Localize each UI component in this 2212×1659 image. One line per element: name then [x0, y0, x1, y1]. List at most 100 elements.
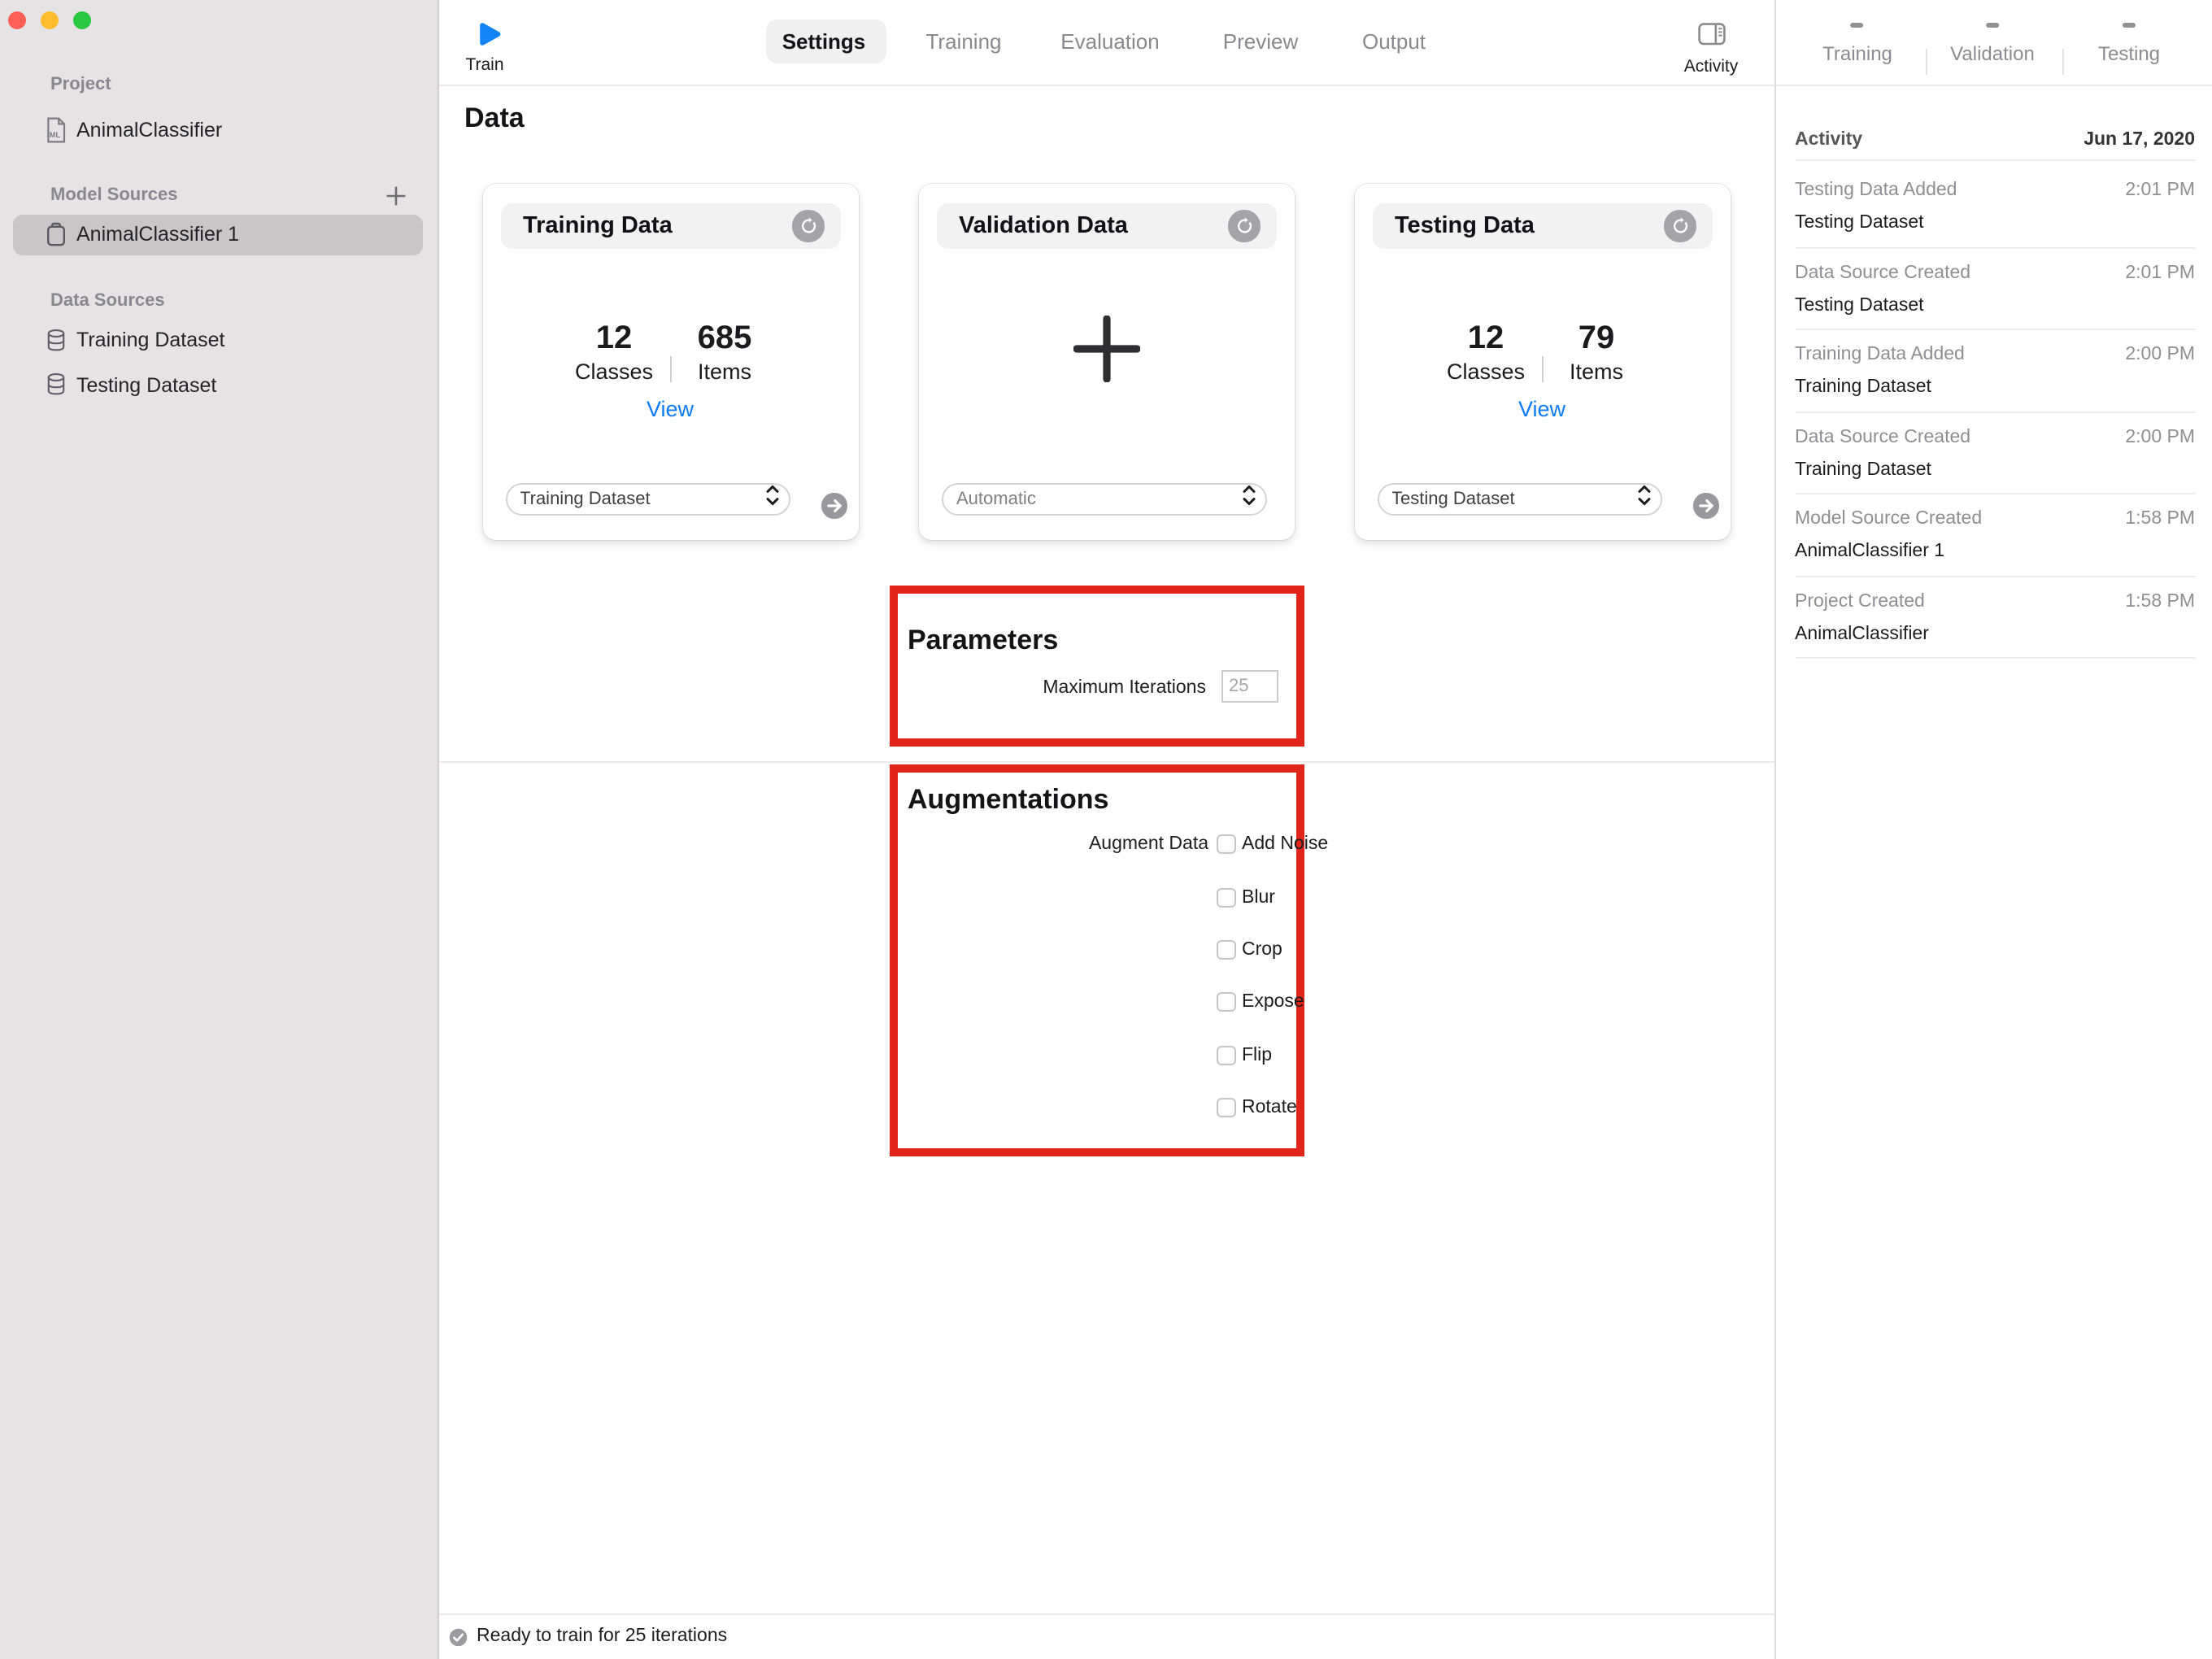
page-title: Data [464, 102, 525, 133]
activity-button-label: Activity [1683, 56, 1739, 76]
sidebar-item-training-dataset[interactable]: Training Dataset [45, 325, 225, 355]
project-section-label: Project [50, 75, 111, 94]
model-sources-section-label: Model Sources [50, 185, 178, 205]
event-title: Project Created [1795, 591, 1925, 611]
flip-checkbox[interactable] [1217, 1045, 1236, 1065]
metric-testing[interactable]: Testing [2098, 0, 2160, 64]
status-bar: Ready to train for 25 iterations [439, 1613, 1774, 1659]
activity-event: Data Source Created 2:01 PM Testing Data… [1795, 261, 2195, 316]
activity-header: Activity Jun 17, 2020 [1795, 129, 2195, 152]
tab-output[interactable]: Output [1362, 20, 1426, 63]
expose-checkbox[interactable] [1217, 992, 1236, 1012]
activity-header-date: Jun 17, 2020 [2084, 129, 2195, 149]
add-model-source-button[interactable] [385, 185, 406, 214]
svg-text:ML: ML [50, 131, 61, 139]
close-window-button[interactable] [7, 11, 25, 29]
training-data-card-header: Training Data [500, 203, 840, 248]
refresh-icon[interactable] [1228, 210, 1260, 242]
event-time: 2:00 PM [2125, 345, 2195, 364]
chevron-up-down-icon [765, 484, 778, 513]
event-time: 2:00 PM [2125, 427, 2195, 446]
toolbar: Train Settings Training Evaluation Previ… [439, 0, 1774, 85]
ml-document-icon: ML [46, 117, 67, 143]
event-time: 1:58 PM [2125, 591, 2195, 611]
validation-data-card: Validation Data Automatic [918, 183, 1294, 539]
items-count: 685 [697, 320, 752, 355]
event-divider [1795, 246, 2195, 248]
blur-checkbox[interactable] [1217, 887, 1236, 907]
testing-data-card-title: Testing Data [1395, 212, 1535, 239]
add-noise-checkbox[interactable] [1217, 834, 1236, 854]
project-item-label: AnimalClassifier [76, 119, 223, 142]
testing-data-dropdown[interactable]: Testing Dataset [1377, 482, 1661, 515]
rotate-checkbox[interactable] [1217, 1098, 1236, 1117]
sidebar-item-project[interactable]: ML AnimalClassifier [46, 115, 222, 145]
crop-checkbox[interactable] [1217, 940, 1236, 960]
train-button-label: Train [465, 55, 504, 75]
tab-training[interactable]: Training [926, 20, 1002, 63]
data-sources-section-label: Data Sources [50, 291, 165, 311]
open-in-arrow-button[interactable] [821, 493, 847, 518]
play-icon [477, 20, 502, 46]
training-data-dropdown[interactable]: Training Dataset [505, 482, 790, 515]
crop-label: Crop [1242, 940, 1282, 960]
checkbox-row: Blur [1217, 887, 1275, 907]
event-title: Model Source Created [1795, 509, 1983, 529]
train-button[interactable] [477, 20, 502, 46]
activity-event: Data Source Created 2:00 PM Training Dat… [1795, 425, 2195, 481]
metric-validation[interactable]: Validation [1950, 0, 2035, 64]
metric-training[interactable]: Training [1822, 0, 1892, 64]
activity-event: Model Source Created 1:58 PM AnimalClass… [1795, 507, 2195, 563]
testing-data-card-header: Testing Data [1372, 203, 1712, 248]
parameters-heading: Parameters [908, 624, 1059, 655]
minimize-window-button[interactable] [40, 11, 58, 29]
activity-toggle-button[interactable] [1698, 22, 1726, 45]
database-icon [45, 328, 66, 352]
validation-data-card-title: Validation Data [959, 212, 1128, 239]
refresh-icon[interactable] [1664, 210, 1696, 242]
event-divider [1795, 411, 2195, 412]
event-divider [1795, 493, 2195, 494]
augmentations-annotation-box: Augmentations Augment Data Add Noise Blu… [890, 764, 1328, 1156]
createml-window: Project ML AnimalClassifier Model Source… [0, 0, 2212, 1659]
testing-data-dropdown-value: Testing Dataset [1391, 489, 1515, 508]
open-in-arrow-button[interactable] [1693, 493, 1718, 518]
augmentations-heading: Augmentations [908, 784, 1109, 815]
sidebar: Project ML AnimalClassifier Model Source… [0, 0, 439, 1659]
status-text: Ready to train for 25 iterations [477, 1626, 728, 1647]
model-source-icon [46, 221, 67, 247]
event-subject: Training Dataset [1795, 377, 1931, 397]
training-data-dropdown-value: Training Dataset [520, 489, 651, 508]
view-link[interactable]: View [482, 396, 858, 420]
activity-event: Testing Data Added 2:01 PM Testing Datas… [1795, 179, 2195, 234]
view-link[interactable]: View [1354, 396, 1730, 420]
parameters-annotation-box: Parameters Maximum Iterations [890, 585, 1304, 746]
activity-event: Project Created 1:58 PM AnimalClassifier [1795, 590, 2195, 645]
event-title: Data Source Created [1795, 263, 1971, 282]
event-title: Data Source Created [1795, 427, 1971, 446]
blur-label: Blur [1242, 887, 1275, 907]
metric-training-label: Training [1822, 41, 1892, 64]
sidebar-item-model-source-selected[interactable]: AnimalClassifier 1 [13, 215, 423, 255]
checkbox-row: Rotate [1217, 1098, 1297, 1117]
zoom-window-button[interactable] [72, 11, 90, 29]
tab-evaluation[interactable]: Evaluation [1060, 20, 1159, 63]
augment-data-label: Augment Data [1088, 834, 1208, 854]
validation-data-dropdown[interactable]: Automatic [942, 482, 1267, 515]
tab-settings[interactable]: Settings [782, 20, 866, 63]
tab-preview[interactable]: Preview [1223, 20, 1299, 63]
activity-panel: Training Validation Testing Activity Jun… [1774, 0, 2212, 1659]
add-validation-data-button[interactable] [1072, 315, 1140, 390]
event-divider [1795, 657, 2195, 659]
chevron-up-down-icon [1637, 484, 1650, 513]
event-time: 1:58 PM [2125, 509, 2195, 529]
metrics-header: Training Validation Testing [1776, 0, 2212, 85]
event-title: Testing Data Added [1795, 181, 1957, 200]
section-divider [439, 760, 1774, 762]
maximum-iterations-input[interactable] [1221, 670, 1278, 703]
main-area: Train Settings Training Evaluation Previ… [439, 0, 1774, 1659]
refresh-icon[interactable] [792, 210, 824, 242]
add-noise-label: Add Noise [1242, 834, 1329, 854]
activity-header-title: Activity [1795, 129, 1863, 149]
sidebar-item-testing-dataset[interactable]: Testing Dataset [45, 370, 216, 399]
